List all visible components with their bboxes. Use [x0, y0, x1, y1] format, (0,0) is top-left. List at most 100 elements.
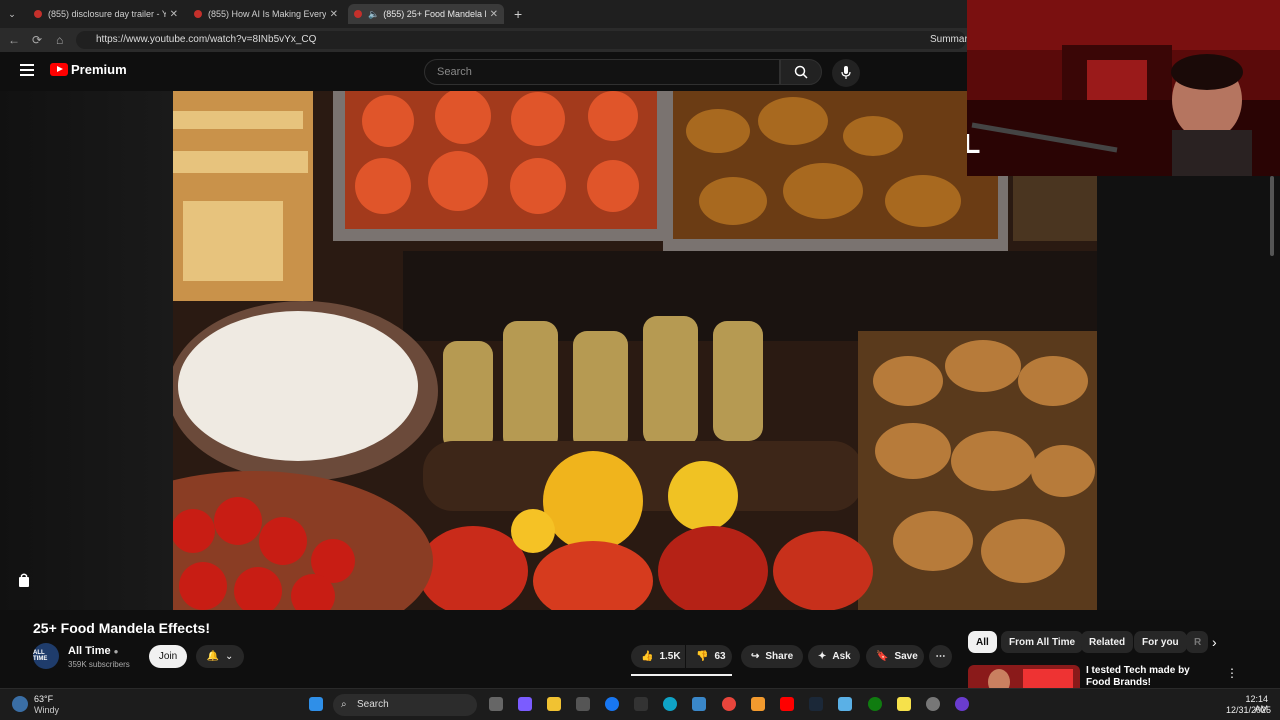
new-tab-button[interactable]: +	[508, 4, 528, 24]
youtube-favicon-icon	[34, 10, 42, 18]
bookmark-icon: 🔖	[876, 651, 889, 662]
file-explorer-icon[interactable]	[547, 697, 561, 711]
hamburger-menu-icon[interactable]	[20, 64, 34, 76]
store-icon[interactable]	[576, 697, 590, 711]
chip-all[interactable]: All	[968, 631, 997, 653]
sticky-notes-icon[interactable]	[897, 697, 911, 711]
notification-button[interactable]: 🔔 ⌄	[196, 645, 244, 668]
ask-button[interactable]: ✦ Ask	[808, 645, 860, 668]
share-button[interactable]: ↪ Share	[741, 645, 803, 668]
windows-taskbar: 63°F Windy ⌕ Search 12:14 AM 12/31/2025	[0, 688, 1280, 720]
avatar-text: ALL TIME	[33, 650, 48, 662]
home-icon[interactable]: ⌂	[56, 33, 63, 47]
channel-name[interactable]: All Time ●	[68, 645, 119, 657]
facebook-icon[interactable]	[605, 697, 619, 711]
youtube-play-icon	[50, 63, 68, 76]
back-arrow-icon[interactable]: ←	[8, 33, 20, 47]
youtube-icon[interactable]	[780, 697, 794, 711]
tab-ai[interactable]: (855) How AI Is Making Everything ✕	[188, 4, 344, 24]
scrollbar-thumb[interactable]	[1270, 176, 1274, 256]
chevron-right-icon[interactable]: ›	[1212, 634, 1217, 650]
app-icon[interactable]	[838, 697, 852, 711]
tab-label: (855) How AI Is Making Everything	[208, 9, 326, 19]
channel-avatar[interactable]: ALL TIME	[33, 643, 59, 669]
search-placeholder: Search	[437, 66, 472, 78]
close-icon[interactable]: ✕	[326, 9, 338, 20]
weather-temperature[interactable]: 63°F	[34, 694, 53, 704]
chip-from-channel[interactable]: From All Time	[1001, 631, 1084, 653]
dislike-count: 63	[714, 651, 726, 662]
dislike-button[interactable]: 👎 63	[686, 645, 732, 668]
webcam-overlay: AL	[967, 0, 1280, 176]
more-vertical-icon[interactable]: ⋮	[1226, 666, 1238, 680]
thumbs-up-icon: 👍	[641, 651, 654, 662]
thumbs-down-icon: 👎	[696, 651, 709, 662]
taskbar-search[interactable]: ⌕ Search	[333, 694, 477, 716]
chrome-icon[interactable]	[722, 697, 736, 711]
chip-related[interactable]: Related	[1081, 631, 1134, 653]
edge-icon[interactable]	[663, 697, 677, 711]
search-icon	[794, 65, 808, 79]
close-icon[interactable]: ✕	[486, 9, 498, 20]
recommended-title[interactable]: I tested Tech made by Food Brands!	[1086, 665, 1216, 687]
weather-icon[interactable]	[12, 696, 28, 712]
steam-icon[interactable]	[809, 697, 823, 711]
tab-label: (855) disclosure day trailer - YouTu	[48, 9, 166, 19]
ask-label: Ask	[832, 651, 851, 662]
logo-text: Premium	[71, 62, 127, 77]
taskbar-search-label: Search	[357, 699, 389, 710]
food-video-frame	[173, 91, 1097, 610]
more-horizontal-icon: ⋯	[935, 651, 946, 662]
weather-description[interactable]: Windy	[34, 705, 59, 715]
chip-label: For you	[1142, 636, 1179, 648]
url-text: https://www.youtube.com/watch?v=8INb5vYx…	[96, 34, 317, 45]
chip-label: From All Time	[1009, 636, 1076, 648]
reload-icon[interactable]: ⟳	[32, 33, 42, 47]
join-button[interactable]: Join	[149, 645, 187, 668]
clock-date[interactable]: 12/31/2025	[1226, 705, 1271, 715]
save-button[interactable]: 🔖 Save	[866, 645, 924, 668]
youtube-favicon-icon	[354, 10, 362, 18]
shopping-bag-icon[interactable]	[16, 572, 32, 588]
share-icon: ↪	[751, 651, 760, 662]
channel-name-text: All Time	[68, 645, 111, 657]
tab-label: (855) 25+ Food Mandela Effe	[383, 9, 485, 19]
verified-icon: ●	[113, 647, 119, 656]
video-title: 25+ Food Mandela Effects!	[33, 620, 210, 636]
video-player[interactable]	[173, 91, 1097, 610]
like-button[interactable]: 👍 1.5K	[631, 645, 685, 668]
chip-recent[interactable]: R	[1186, 631, 1208, 653]
youtube-premium-logo[interactable]: Premium	[50, 62, 127, 77]
search-input[interactable]: Search	[424, 59, 780, 85]
video-overlay-text: AL	[967, 128, 981, 159]
tab-disclosure[interactable]: (855) disclosure day trailer - YouTu ✕	[28, 4, 184, 24]
search-button[interactable]	[780, 59, 822, 85]
app-circle-icon[interactable]	[955, 697, 969, 711]
chip-for-you[interactable]: For you	[1134, 631, 1187, 653]
vlc-icon[interactable]	[751, 697, 765, 711]
like-ratio-bar	[631, 674, 732, 676]
obs-icon[interactable]	[926, 697, 940, 711]
ambient-right	[1097, 176, 1280, 610]
copilot-icon[interactable]	[518, 697, 532, 711]
speaker-icon[interactable]: 🔈	[368, 9, 379, 20]
calculator-icon[interactable]	[692, 697, 706, 711]
summari-extension[interactable]: Summari	[930, 34, 970, 45]
bell-icon: 🔔	[206, 651, 220, 662]
chip-label: Related	[1089, 636, 1126, 648]
task-view-icon[interactable]	[489, 697, 503, 711]
xbox-icon[interactable]	[868, 697, 882, 711]
more-actions-button[interactable]: ⋯	[929, 645, 952, 668]
subscriber-count: 359K subscribers	[68, 660, 130, 669]
address-bar[interactable]: https://www.youtube.com/watch?v=8INb5vYx…	[76, 31, 966, 49]
close-icon[interactable]: ✕	[166, 9, 178, 20]
microphone-icon	[841, 66, 851, 79]
youtube-favicon-icon	[194, 10, 202, 18]
tab-list-button[interactable]: ⌄	[4, 6, 20, 22]
start-icon[interactable]	[309, 697, 323, 711]
amazon-icon[interactable]	[634, 697, 648, 711]
ambient-left	[0, 91, 173, 610]
tab-food-mandela[interactable]: 🔈 (855) 25+ Food Mandela Effe ✕	[348, 4, 504, 24]
voice-search-button[interactable]	[832, 59, 860, 87]
like-count: 1.5K	[659, 651, 681, 662]
